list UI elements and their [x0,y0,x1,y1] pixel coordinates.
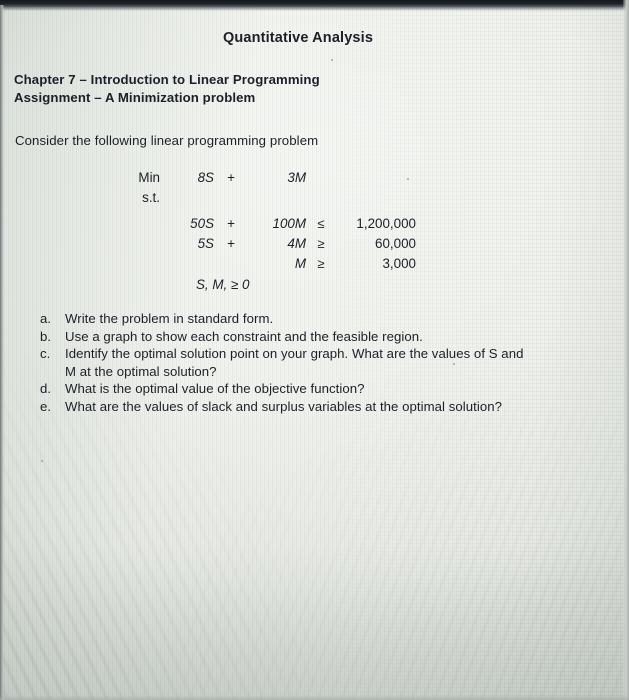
list-item: c. Identify the optimal solution point o… [0,345,629,380]
constraint-relation: ≥ [317,256,325,271]
photo-top-falloff [0,7,629,11]
list-item: e. What are the values of slack and surp… [0,398,629,416]
document-content: Quantitative Analysis Chapter 7 – Introd… [0,0,629,700]
photo-top-edge [0,0,629,7]
constraint-operator: + [227,236,235,251]
list-item: b. Use a graph to show each constraint a… [0,328,629,346]
assignment-heading: Assignment – A Minimization problem [14,90,256,105]
constraint-operator: + [227,216,235,231]
constraint-rhs: 1,200,000 [356,216,416,231]
list-item-marker: d. [40,381,52,397]
nonnegativity-constraint: S, M, ≥ 0 [196,277,250,292]
screenshot-page: Quantitative Analysis Chapter 7 – Introd… [0,0,629,700]
list-item-marker: c. [40,346,51,362]
objective-term-2: 3M [287,170,306,185]
list-item-text: Write the problem in standard form. [65,311,274,326]
list-item: a. Write the problem in standard form. [0,310,629,328]
constraint-rhs: 3,000 [382,256,416,271]
list-item-marker: b. [40,328,52,344]
constraint-term-2: 4M [287,236,306,251]
constraint-row: 5S + 4M ≥ 60,000 [0,236,629,256]
photo-bottom-edge [0,695,629,700]
photo-right-edge [623,0,629,700]
constraint-rhs: 60,000 [375,236,416,251]
linear-program-block: Min 8S + 3M s.t. 50S + 100M ≤ 1,200,000 [0,170,629,297]
list-item-text: What are the values of slack and surplus… [65,398,502,414]
list-item: d. What is the optimal value of the obje… [0,380,629,398]
constraint-term-2: 100M [272,216,307,231]
question-list: a. Write the problem in standard form. b… [0,310,629,416]
objective-row: Min 8S + 3M [0,170,629,190]
list-item-text: What is the optimal value of the objecti… [65,381,365,397]
chapter-heading: Chapter 7 – Introduction to Linear Progr… [14,72,320,87]
subject-to-label: s.t. [142,190,160,205]
constraint-term-2: M [294,256,306,271]
subject-to-row: s.t. [0,190,629,210]
objective-term-1: 8S [197,170,214,185]
constraint-row: M ≥ 3,000 [0,256,629,276]
intro-paragraph: Consider the following linear programmin… [15,133,319,148]
list-item-text: Identify the optimal solution point on y… [65,346,524,362]
list-item-text-continued: M at the optimal solution? [65,363,217,379]
constraint-relation: ≥ [317,236,325,251]
list-item-text: Use a graph to show each constraint and … [65,328,423,344]
page-title: Quantitative Analysis [222,30,374,46]
constraint-relation: ≤ [317,216,325,231]
list-item-marker: a. [40,311,52,326]
photo-left-edge [0,5,4,700]
constraint-term-1: 5S [197,236,214,251]
constraint-term-1: 50S [190,216,214,231]
objective-label: Min [138,170,160,185]
nonnegativity-row: S, M, ≥ 0 [0,277,629,297]
objective-operator: + [227,170,235,185]
constraint-row: 50S + 100M ≤ 1,200,000 [0,216,629,236]
list-item-marker: e. [40,398,52,414]
